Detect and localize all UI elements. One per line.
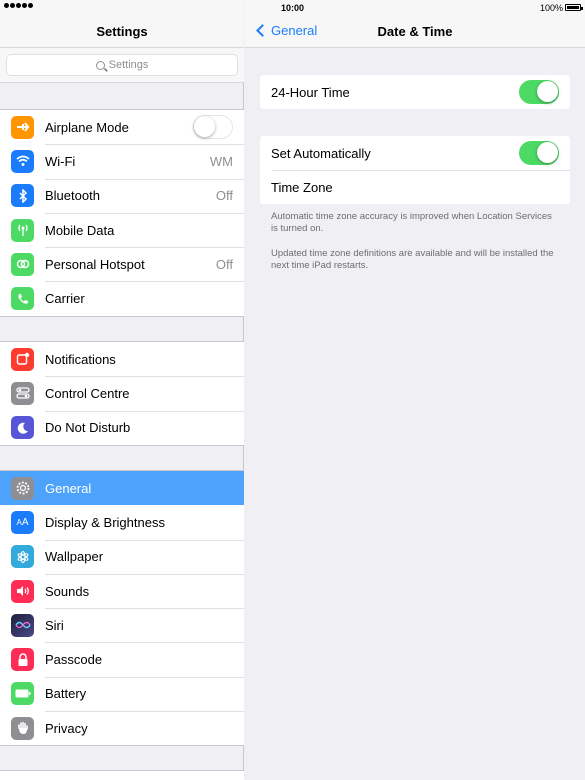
- sidebar-item-label: Notifications: [45, 351, 116, 367]
- page-title: Date & Time: [377, 24, 453, 39]
- siri-icon: [11, 613, 34, 637]
- notifications-group: Notifications Control Centre Do Not Dist…: [0, 341, 244, 446]
- time-format-group: 24-Hour Time: [260, 75, 570, 109]
- sidebar-item-label: Airplane Mode: [45, 119, 129, 135]
- sidebar-item-wallpaper[interactable]: Wallpaper: [0, 539, 244, 574]
- search-placeholder: Settings: [108, 59, 149, 71]
- wallpaper-icon: [11, 545, 34, 569]
- row-label: Set Automatically: [271, 145, 371, 161]
- gear-icon: [11, 476, 34, 500]
- sidebar-item-wifi[interactable]: Wi-Fi WM: [0, 144, 244, 178]
- sidebar-title: Settings: [96, 24, 148, 39]
- sidebar-item-display-brightness[interactable]: AA Display & Brightness: [0, 505, 244, 539]
- sidebar-item-label: Control Centre: [45, 385, 130, 401]
- sidebar-item-label: Bluetooth: [45, 188, 100, 204]
- sidebar-item-mobile-data[interactable]: Mobile Data: [0, 212, 244, 247]
- sidebar-item-control-centre[interactable]: Control Centre: [0, 376, 244, 410]
- sidebar-item-personal-hotspot[interactable]: Personal Hotspot Off: [0, 247, 244, 281]
- row-time-zone[interactable]: Time Zone: [260, 170, 570, 204]
- sidebar-item-carrier[interactable]: Carrier: [0, 281, 244, 315]
- sidebar-item-battery[interactable]: Battery: [0, 676, 244, 711]
- phone-icon: [11, 287, 34, 311]
- battery-status-icon: [565, 4, 583, 11]
- set-automatically-toggle[interactable]: [519, 141, 559, 165]
- antenna-icon: [11, 218, 34, 242]
- row-set-automatically[interactable]: Set Automatically: [260, 136, 570, 170]
- search-icon: [95, 60, 105, 70]
- sidebar-item-do-not-disturb[interactable]: Do Not Disturb: [0, 410, 244, 445]
- connectivity-group: Airplane Mode Wi-Fi WM Bluetooth Off Mob…: [0, 109, 244, 317]
- bluetooth-icon: [11, 184, 34, 208]
- sidebar-item-label: Wallpaper: [45, 549, 104, 565]
- sidebar-item-label: Privacy: [45, 720, 88, 736]
- lock-icon: [11, 648, 34, 672]
- status-bar: 10:00 100%: [0, 0, 585, 16]
- bluetooth-value: Off: [215, 188, 233, 204]
- sidebar-item-label: Siri: [45, 617, 64, 633]
- control-centre-icon: [11, 381, 34, 405]
- sidebar-item-label: Display & Brightness: [45, 514, 165, 530]
- sidebar-item-passcode[interactable]: Passcode: [0, 642, 244, 676]
- sidebar-item-label: General: [45, 480, 92, 496]
- timezone-update-note: Updated time zone definitions are availa…: [271, 248, 554, 271]
- sidebar-item-siri[interactable]: Siri: [0, 608, 244, 642]
- automatic-group: Set Automatically Time Zone: [260, 136, 570, 204]
- sidebar-item-label: Passcode: [45, 652, 103, 668]
- sidebar-item-notifications[interactable]: Notifications: [0, 342, 244, 376]
- battery-icon: [11, 682, 34, 706]
- search-bar: Settings: [0, 48, 244, 83]
- sidebar-item-label: Battery: [45, 686, 87, 702]
- sidebar-item-label: Personal Hotspot: [45, 256, 145, 272]
- hotspot-icon: [11, 252, 34, 276]
- general-group: General AA Display & Brightness Wallpape…: [0, 470, 244, 747]
- notifications-icon: [11, 347, 34, 371]
- sidebar-item-airplane-mode[interactable]: Airplane Mode: [0, 110, 244, 144]
- display-icon: AA: [11, 510, 34, 534]
- sidebar-item-sounds[interactable]: Sounds: [0, 573, 244, 608]
- search-input[interactable]: Settings: [6, 54, 238, 76]
- sidebar-item-label: Sounds: [45, 583, 90, 599]
- sidebar-item-general[interactable]: General: [0, 471, 244, 506]
- 24-hour-time-toggle[interactable]: [519, 80, 559, 104]
- battery-percentage: 100%: [539, 3, 563, 13]
- sidebar-item-label: Carrier: [45, 291, 85, 307]
- row-label: Time Zone: [271, 179, 333, 195]
- sidebar-item-privacy[interactable]: Privacy: [0, 711, 244, 745]
- location-note: Automatic time zone accuracy is improved…: [271, 211, 552, 234]
- wifi-icon: [11, 149, 34, 173]
- wifi-value: WM: [209, 153, 233, 169]
- sidebar-item-label: Wi-Fi: [45, 153, 76, 169]
- row-label: 24-Hour Time: [271, 84, 350, 100]
- row-24-hour-time[interactable]: 24-Hour Time: [260, 75, 570, 109]
- sidebar-item-label: Do Not Disturb: [45, 420, 131, 436]
- detail-pane: General Date & Time 24-Hour Time Set Aut…: [245, 0, 585, 780]
- airplane-mode-toggle[interactable]: [193, 115, 233, 140]
- moon-icon: [11, 416, 34, 440]
- sidebar-item-label: Mobile Data: [45, 222, 115, 238]
- next-group-partial: [0, 770, 244, 780]
- speaker-icon: [11, 579, 34, 603]
- airplane-icon: [11, 115, 34, 139]
- hand-icon: [11, 716, 34, 740]
- sidebar-item-bluetooth[interactable]: Bluetooth Off: [0, 178, 244, 213]
- status-time: 10:00: [280, 3, 305, 13]
- hotspot-value: Off: [215, 256, 233, 272]
- settings-sidebar: Settings Settings Airplane Mode Wi-Fi WM: [0, 0, 244, 780]
